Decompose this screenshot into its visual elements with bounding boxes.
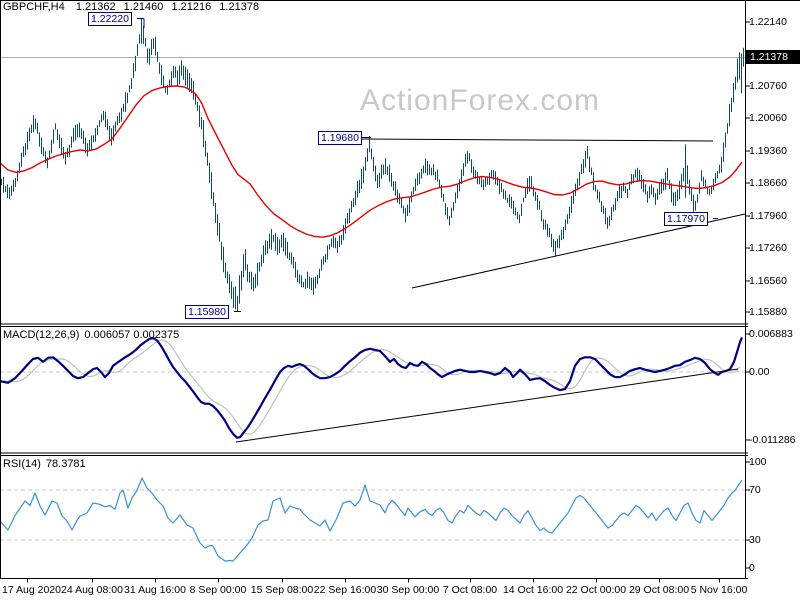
time-axis-label: 7 Oct 08:00 [442,584,498,596]
price-callout[interactable]: 1.17970 [664,212,708,226]
time-axis-label: 8 Sep 00:00 [189,584,247,596]
rsi-indicator-label: RSI(14) 78.3781 [3,458,86,470]
quote-close: 1.21378 [219,1,260,13]
price-axis-label: 1.16560 [749,275,787,287]
rsi-name: RSI(14) [3,458,41,470]
time-axis-label: 22 Sep 16:00 [313,584,377,596]
time-axis-label: 29 Oct 08:00 [628,584,690,596]
price-axis-label: 1.20060 [749,112,787,124]
price-callout[interactable]: 1.22220 [88,12,132,26]
rsi-axis-label: 30 [749,534,761,546]
price-axis-label: 1.17260 [749,242,787,254]
price-callout[interactable]: 1.15980 [185,305,229,319]
macd-indicator-label: MACD(12,26,9) 0.006057 0.002375 [3,329,179,341]
price-axis-label: 1.19360 [749,145,787,157]
chart-header: GBPCHF,H4 1.21362 1.21460 1.21216 1.2137… [3,1,264,13]
macd-values: 0.006057 0.002375 [84,329,180,341]
macd-signal-line [2,339,741,435]
rsi-axis-label: 0 [749,562,755,574]
price-axis-label: 1.18660 [749,177,787,189]
quote-low: 1.21216 [171,1,212,13]
time-axis-label: 17 Aug 2020 [2,584,61,596]
macd-name: MACD(12,26,9) [3,329,80,341]
time-axis-label: 22 Oct 00:00 [565,584,627,596]
time-axis-label: 30 Sep 00:00 [376,584,440,596]
price-axis-label: 1.15880 [749,306,787,318]
time-axis-label: 31 Aug 16:00 [124,584,186,596]
time-axis-label: 5 Nov 16:00 [690,584,748,596]
symbol-timeframe-label: GBPCHF,H4 [3,1,65,13]
current-price-tag: 1.21378 [746,50,800,64]
price-axis-label: 1.22140 [749,16,787,28]
rsi-value: 78.3781 [45,458,86,470]
price-axis-label: 1.17960 [749,210,787,222]
time-axis-label: 24 Aug 08:00 [61,584,123,596]
rsi-axis-label: 70 [749,484,761,496]
time-axis-label: 14 Oct 16:00 [502,584,564,596]
macd-axis-label: 0.006883 [749,328,793,340]
moving-average-line [0,85,743,238]
macd-trendline [235,368,739,443]
price-callout[interactable]: 1.19680 [318,131,362,145]
macd-axis-label: 0.00 [749,366,770,378]
chart-surface[interactable] [0,0,800,600]
rsi-axis-label: 100 [749,456,767,468]
resistance-line [361,138,714,142]
time-axis-label: 15 Sep 08:00 [250,584,314,596]
price-bars [1,18,744,312]
price-axis-label: 1.20760 [749,80,787,92]
chart-window: ActionForex.com GBPCHF,H4 1.21362 1.2146… [0,0,800,600]
macd-axis-label: -0.011286 [749,434,796,446]
